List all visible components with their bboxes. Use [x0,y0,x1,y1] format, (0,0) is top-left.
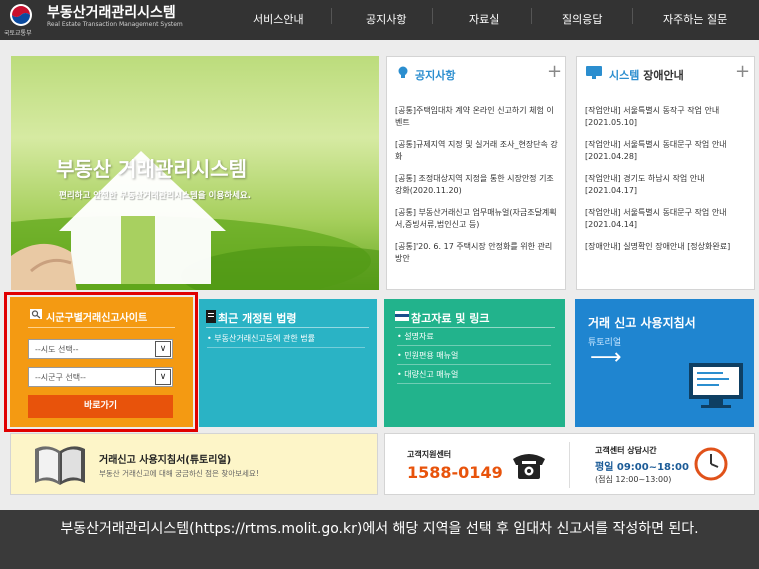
lunch-hours: (점심 12:00~13:00) [595,475,672,484]
notice-panel: 공지사항 + [공통]주택임대차 계약 온라인 신고하기 체험 이벤트 [공통]… [386,56,566,290]
notice-item[interactable]: [공통]'20. 6. 17 주택시장 안정화를 위한 관리방안 [395,241,559,265]
highlight-frame [4,292,198,432]
guide-banner[interactable]: 거래신고 사용지침서(튜토리얼) 부동산 거래신고에 대해 궁금하신 점은 찾아… [10,433,378,495]
system-notice-list: [작업안내] 서울특별시 동작구 작업 안내 [2021.05.10] [작업안내… [585,105,749,263]
reference-link[interactable]: • 대량신고 매뉴얼 [397,365,551,384]
recent-laws-tile[interactable]: 최근 개정된 법령 • 부동산거래신고등에 관한 법률 [199,299,377,427]
system-notice-item[interactable]: [장애안내] 실명확인 장애안내 [정상화완료] [585,241,749,253]
link-card-icon [395,311,409,321]
notice-more-button[interactable]: + [547,61,562,82]
system-notice-date: [2021.05.10] [585,118,638,127]
nav-divider [632,8,633,24]
references-list: • 설명자료 • 민원편용 매뉴얼 • 대량신고 매뉴얼 [397,327,551,384]
reference-link[interactable]: • 설명자료 [397,327,551,346]
outage-title-word: 장애안내 [643,69,684,82]
system-monitor-icon [586,66,602,79]
law-link[interactable]: • 부동산거래신고등에 관한 법률 [207,329,365,348]
references-tile[interactable]: 참고자료 및 링크 • 설명자료 • 민원편용 매뉴얼 • 대량신고 매뉴얼 [384,299,565,427]
nav-library[interactable]: 자료실 [469,11,499,27]
nav-divider [531,8,532,24]
hero-title: 부동산 거래관리시스템 [56,157,247,181]
reference-link-label: 대량신고 매뉴얼 [404,370,459,379]
references-title: 참고자료 및 링크 [411,312,490,325]
laws-list: • 부동산거래신고등에 관한 법률 [207,329,365,348]
notice-item[interactable]: [공통] 부동산거래신고 업무매뉴얼(자금조달계획서,증빙서류,법인신고 등) [395,207,559,231]
notice-item[interactable]: [공통] 조정대상지역 지정을 통한 시장안정 기조 강화(2020.11.20… [395,173,559,197]
system-notice-item[interactable]: [작업안내] 서울특별시 동작구 작업 안내 [2021.05.10] [585,105,749,129]
system-notice-text: [작업안내] 서울특별시 동대문구 작업 안내 [585,208,727,217]
lightbulb-icon [398,66,408,78]
customer-support-banner: 고객지원센터 1588-0149 고객센터 상담시간 평일 09:00~18:0… [384,433,755,495]
hero-subtitle: 편리하고 안전한 부동산거래관리시스템을 이용하세요. [59,191,251,201]
notice-list: [공통]주택임대차 계약 온라인 신고하기 체험 이벤트 [공통]규제지역 지정… [395,105,559,275]
system-notice-item[interactable]: [작업안내] 서울특별시 동대문구 작업 안내 [2021.04.14] [585,207,749,231]
system-notice-item[interactable]: [작업안내] 서울특별시 동대문구 작업 안내 [2021.04.28] [585,139,749,163]
guide-banner-desc: 부동산 거래신고에 대해 궁금하신 점은 찾아보세요! [99,469,259,478]
site-subtitle: Real Estate Transaction Management Syste… [47,21,183,28]
support-divider [569,442,570,488]
nav-divider [432,8,433,24]
support-phone[interactable]: 1588-0149 [407,463,503,482]
system-notice-text: [작업안내] 경기도 하남시 작업 안내 [585,174,705,183]
system-title-word: 시스템 [609,69,640,82]
nav-divider [331,8,332,24]
article-caption: 부동산거래관리시스템(https://rtms.molit.go.kr)에서 해… [0,510,759,569]
reference-link-label: 민원편용 매뉴얼 [404,351,459,360]
support-center-label: 고객지원센터 [407,450,452,459]
system-more-button[interactable]: + [735,61,750,82]
system-notice-panel: 시스템 장애안내 + [작업안내] 서울특별시 동작구 작업 안내 [2021.0… [576,56,755,290]
law-link-label: 부동산거래신고등에 관한 법률 [214,334,316,343]
hero-banner: 부동산 거래관리시스템 편리하고 안전한 부동산거래관리시스템을 이용하세요. [11,56,379,290]
clock-icon [694,447,728,481]
hours-label: 고객센터 상담시간 [595,446,657,455]
nav-notices[interactable]: 공지사항 [366,11,406,27]
user-guide-tile[interactable]: 거래 신고 사용지침서 튜토리얼 ⟶ [575,299,754,427]
reference-link-label: 설명자료 [404,332,434,341]
user-guide-title: 거래 신고 사용지침서 [588,316,696,330]
top-navigation-bar: 국토교통부 부동산거래관리시스템 Real Estate Transaction… [0,0,759,40]
monitor-document-icon [689,363,743,408]
system-notice-title[interactable]: 시스템 장애안내 [609,67,684,83]
arrow-right-icon[interactable]: ⟶ [590,345,622,370]
guide-banner-title: 거래신고 사용지침서(튜토리얼) [99,455,232,466]
weekday-hours: 평일 09:00~18:00 [595,462,689,473]
tile-divider [206,327,369,328]
notice-title[interactable]: 공지사항 [415,67,455,83]
notice-item[interactable]: [공통]규제지역 지정 및 실거래 조사_현장단속 강화 [395,139,559,163]
system-notice-text: [작업안내] 서울특별시 동대문구 작업 안내 [585,140,727,149]
nav-faq[interactable]: 자주하는 질문 [663,11,727,27]
government-emblem-icon[interactable] [9,3,33,27]
system-notice-text: [작업안내] 서울특별시 동작구 작업 안내 [585,106,720,115]
open-book-icon [35,446,85,485]
system-notice-date: [2021.04.14] [585,220,638,229]
system-notice-date: [2021.04.28] [585,152,638,161]
system-notice-date: [2021.04.17] [585,186,638,195]
nav-service-guide[interactable]: 서비스안내 [253,11,304,27]
ministry-label: 국토교통부 [4,30,32,37]
telephone-icon [513,454,545,479]
reference-link[interactable]: • 민원편용 매뉴얼 [397,346,551,365]
system-notice-item[interactable]: [작업안내] 경기도 하남시 작업 안내 [2021.04.17] [585,173,749,197]
notice-item[interactable]: [공통]주택임대차 계약 온라인 신고하기 체험 이벤트 [395,105,559,129]
document-icon [206,310,216,323]
site-title[interactable]: 부동산거래관리시스템 [47,2,176,22]
nav-qna[interactable]: 질의응답 [562,11,602,27]
recent-laws-title: 최근 개정된 법령 [218,312,297,325]
